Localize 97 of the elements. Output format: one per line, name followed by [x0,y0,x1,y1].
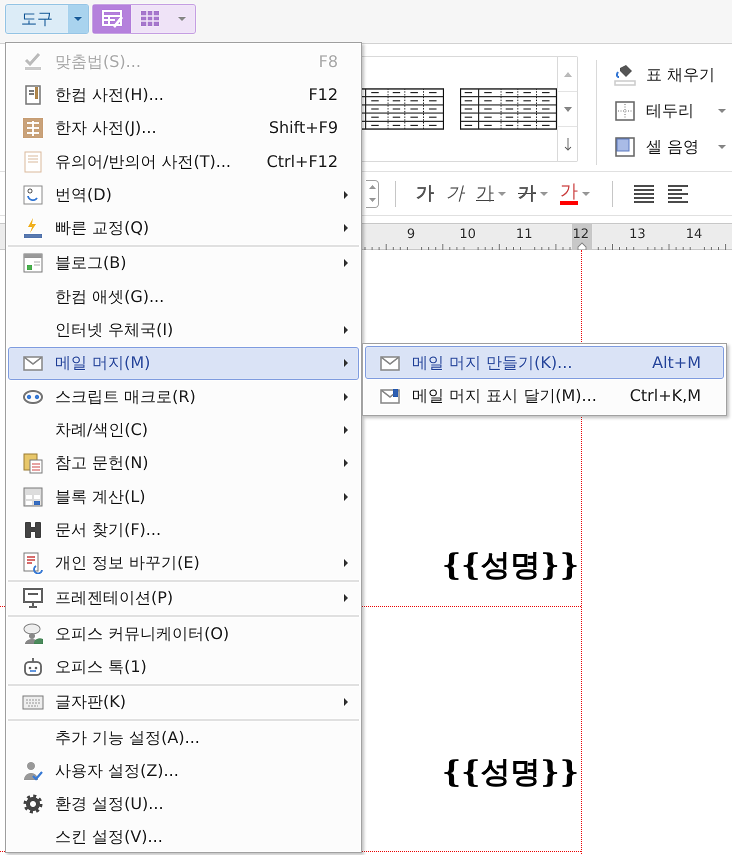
ribbon-command[interactable]: 표 채우기 [614,60,726,90]
robot-icon [22,656,44,678]
menu-item[interactable]: 환경 설정(U)... [8,788,359,821]
menu-item[interactable]: 스킨 설정(V)... [8,820,359,854]
border-icon [614,100,636,122]
menu-item[interactable]: 메일 머지 표시 달기(M)... Ctrl+K,M [365,379,724,413]
menu-item[interactable]: 오피스 톡(1) [8,650,359,684]
menu-item[interactable]: 한자 사전(J)... Shift+F9 [8,112,359,145]
menu-item[interactable]: 추가 기능 설정(A)... [8,720,359,754]
document-icon [22,150,44,173]
menu-item[interactable]: 프레젠테이션(P) [8,582,359,616]
settings-icon [22,793,44,816]
down-arrow-icon [564,106,572,112]
caret-icon [498,192,506,196]
submenu-arrow-icon [344,190,348,199]
check-icon [22,50,44,73]
shortcut-text: F12 [308,84,339,106]
submenu-arrow-icon [344,392,348,401]
menu-item[interactable]: 문서 찾기(F)... [8,513,359,546]
cell-shading-icon [614,136,636,158]
ribbon-command[interactable]: 셀 음영 [614,132,726,162]
submenu-arrow-icon [344,594,348,602]
submenu-arrow-icon [344,459,348,468]
shortcut-text: Shift+F9 [268,117,339,140]
ruler-number: 11 [516,227,532,242]
paint-bucket-icon [614,64,636,86]
calculator-icon [22,486,44,508]
ruler-number: 12 [572,227,590,242]
menu-item[interactable]: 한컴 애셋(G)... [8,280,359,314]
spin-button[interactable] [366,180,379,208]
ruler-number: 10 [459,227,476,242]
menu-item[interactable]: 개인 정보 바꾸기(E) [8,546,359,580]
menu-item[interactable]: 사용자 설정(Z)... [8,754,359,788]
shortcut-text: Alt+M [652,352,702,374]
ruler-number: 9 [406,227,416,242]
menu-item[interactable]: 메일 머지 만들기(K)... Alt+M [365,346,724,380]
justify-icon [633,182,655,204]
user-check-icon [22,760,44,782]
ruler-number: 13 [629,227,646,242]
person-chat-icon [22,622,44,645]
shortcut-text: Ctrl+K,M [630,384,702,407]
lightning-icon [22,217,44,240]
ribbon-command[interactable]: 테두리 [614,96,726,126]
caret-icon [178,17,186,21]
menu-item[interactable]: 인터넷 우체국(I) [8,313,359,347]
underline-button[interactable]: 가 [470,178,512,210]
menu-item[interactable]: 메일 머지(M) [8,346,359,380]
submenu-arrow-icon [344,559,348,568]
italic-button[interactable]: 가 [440,178,470,210]
character-tile-icon [22,117,44,140]
submenu-arrow-icon [344,426,348,434]
merge-field-text: {{성명}} [442,548,579,584]
menu-item[interactable]: 빠른 교정(Q) [8,211,359,245]
font-color-button[interactable]: 가 [554,178,596,210]
submenu-arrow-icon [344,224,348,232]
table-style-thumbnail[interactable] [460,87,557,131]
translate-icon [22,184,44,206]
shortcut-text: Ctrl+F12 [266,150,339,173]
down-arrow-icon [564,138,572,150]
caret-icon [718,145,726,149]
align-left-icon [667,182,689,204]
menu-item[interactable]: 유의어/반의어 사전(T)... Ctrl+F12 [8,144,359,178]
merge-field-text: {{성명}} [442,755,579,791]
menu-item[interactable]: 참고 문헌(N) [8,446,359,480]
ruler-number: 14 [686,227,702,242]
book-stack-icon [22,452,44,474]
submenu-arrow-icon [344,326,348,334]
table-style-button[interactable] [93,5,131,33]
submenu-arrow-icon [344,359,348,368]
presentation-screen-icon [22,587,44,610]
caret-icon [540,192,548,196]
menu-item[interactable]: 차례/색인(C) [8,413,359,447]
menu-item[interactable]: 블록 계산(L) [8,480,359,514]
indent-marker[interactable] [578,242,586,250]
up-arrow-icon [564,72,572,76]
menu-item[interactable]: 오피스 커뮤니케이터(O) [8,617,359,650]
menu-item[interactable]: 스크립트 매크로(R) [8,380,359,414]
submenu-arrow-icon [344,259,348,268]
caret-icon [74,17,82,21]
shortcut-text: F8 [318,50,339,73]
document-refresh-icon [22,552,44,574]
menu-item[interactable]: 한컴 사전(H)... F12 [8,78,359,112]
table-pen-icon [101,8,123,30]
menu-item[interactable]: 글자판(K) [8,686,359,719]
submenu-arrow-icon [344,698,348,706]
scroll-up-button[interactable] [558,57,577,92]
menu-item[interactable]: 번역(D) [8,178,359,212]
strikethrough-button[interactable]: 가 [512,178,554,210]
caret-icon [718,109,726,113]
bold-button[interactable]: 가 [410,178,440,210]
down-arrow-icon [368,198,376,202]
caret-icon [582,192,590,196]
dropdown-button[interactable] [68,5,88,33]
webpage-icon [22,252,44,274]
submenu-arrow-icon [344,492,348,500]
menu-item[interactable]: 블로그(B) [8,246,359,280]
up-arrow-icon [368,185,376,189]
